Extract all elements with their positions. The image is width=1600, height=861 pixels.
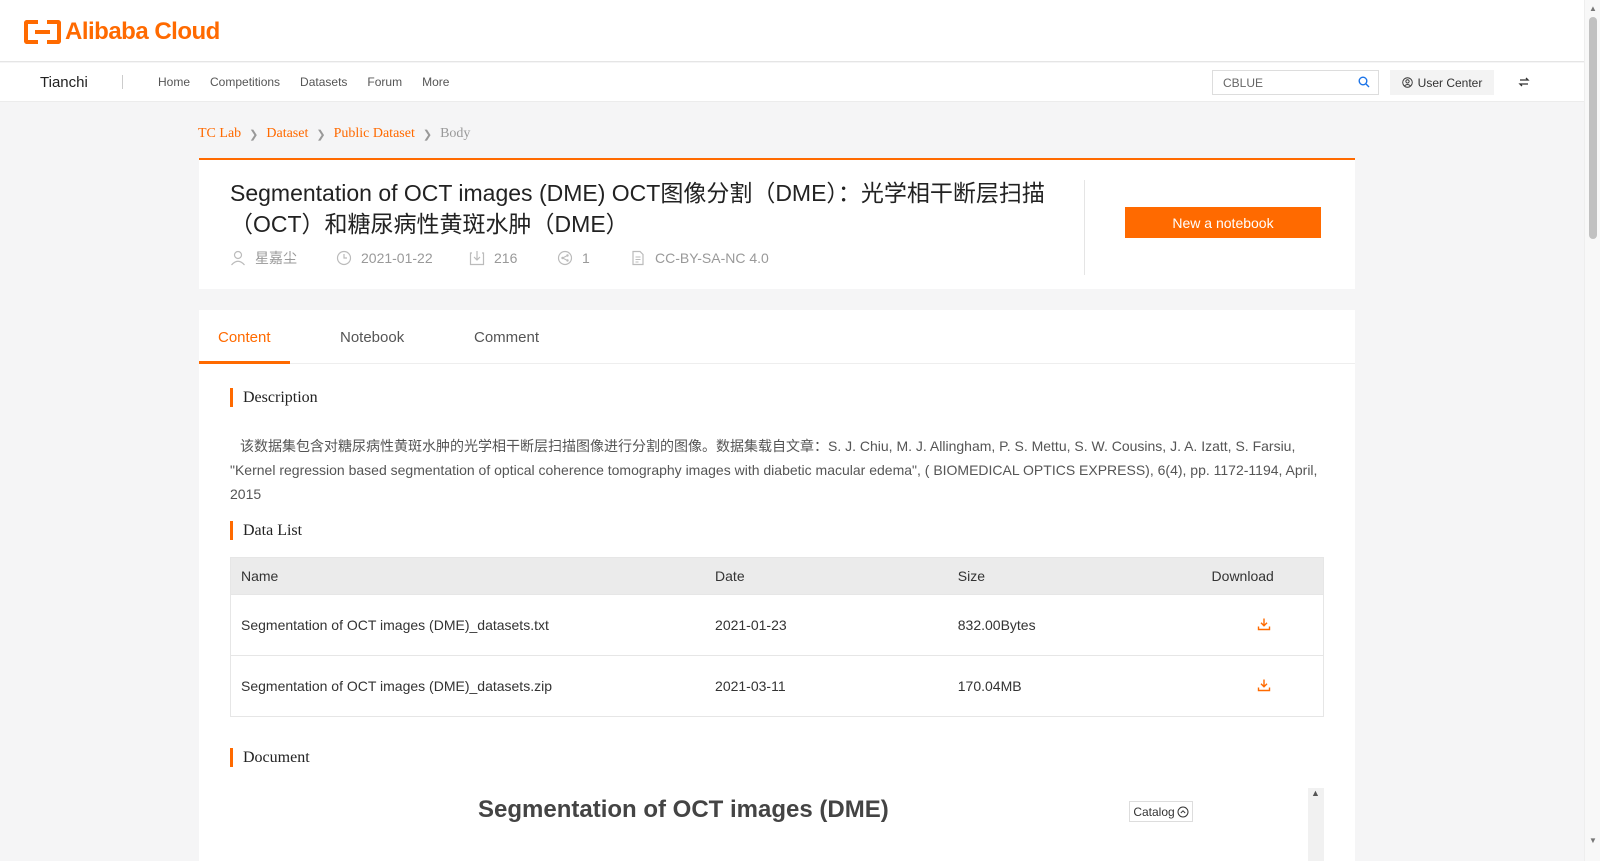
tab-bar: Content Notebook Comment — [199, 310, 1355, 364]
download-cell — [1182, 595, 1324, 656]
active-tab-indicator — [199, 361, 290, 364]
breadcrumb-public-dataset[interactable]: Public Dataset — [334, 126, 415, 142]
column-header-download: Download — [1211, 568, 1274, 584]
top-navbar: Tianchi Home Competitions Datasets Forum… — [0, 63, 1584, 102]
content-card: Content Notebook Comment Description 该数据… — [199, 310, 1355, 861]
meta-date: 2021-01-22 — [336, 250, 469, 266]
file-size: 170.04MB — [957, 678, 1022, 694]
nav-more[interactable]: More — [422, 75, 449, 89]
user-icon — [1401, 77, 1413, 88]
nav-links: Home Competitions Datasets Forum More — [158, 75, 469, 89]
breadcrumb-tc-lab[interactable]: TC Lab — [198, 126, 241, 142]
scroll-up-icon[interactable]: ▲ — [1589, 4, 1597, 13]
scroll-up-icon[interactable]: ▲ — [1311, 788, 1320, 798]
file-date: 2021-03-11 — [715, 678, 786, 694]
tab-notebook[interactable]: Notebook — [340, 329, 404, 346]
search-icon[interactable] — [1358, 76, 1370, 88]
chevron-right-icon: ❯ — [422, 128, 433, 141]
clock-icon — [336, 250, 352, 266]
user-icon — [231, 250, 245, 266]
download-count-icon — [469, 251, 485, 266]
column-header-name: Name — [241, 568, 279, 584]
breadcrumb: TC Lab ❯ Dataset ❯ Public Dataset ❯ Body — [198, 126, 470, 142]
file-name: Segmentation of OCT images (DME)_dataset… — [241, 678, 552, 694]
share-count: 1 — [582, 250, 590, 266]
alibaba-cloud-logo[interactable]: Alibaba Cloud — [24, 18, 220, 46]
search-box — [1212, 70, 1379, 95]
alibaba-logo-icon — [24, 20, 61, 44]
user-center-button[interactable]: User Center — [1390, 70, 1494, 95]
document-title: Segmentation of OCT images (DME) — [478, 796, 889, 823]
download-cell — [1182, 656, 1324, 717]
chevron-right-icon: ❯ — [316, 128, 326, 141]
nav-datasets[interactable]: Datasets — [300, 75, 347, 89]
table-header-row: Name Date Size Download — [230, 557, 1324, 595]
download-count: 216 — [494, 250, 518, 266]
file-date: 2021-01-23 — [715, 617, 787, 633]
brand-header: Alibaba Cloud — [0, 0, 1584, 62]
new-notebook-button[interactable]: New a notebook — [1125, 207, 1321, 238]
column-header-size: Size — [957, 568, 985, 584]
catalog-label: Catalog — [1133, 804, 1175, 819]
scrollbar-thumb[interactable] — [1589, 17, 1597, 239]
publish-date: 2021-01-22 — [361, 250, 433, 266]
download-icon[interactable] — [1257, 617, 1271, 631]
logo-text: Alibaba Cloud — [65, 18, 220, 45]
header-divider — [1084, 180, 1085, 275]
data-list-heading: Data List — [230, 521, 302, 540]
dataset-meta: 星嘉尘 2021-01-22 216 1 CC-BY-SA-NC 4.0 — [230, 248, 769, 268]
meta-author: 星嘉尘 — [230, 248, 336, 268]
tab-comment[interactable]: Comment — [474, 329, 539, 346]
nav-forum[interactable]: Forum — [367, 75, 402, 89]
breadcrumb-current: Body — [440, 126, 471, 141]
breadcrumb-dataset[interactable]: Dataset — [266, 126, 308, 142]
license-document-icon — [632, 250, 644, 266]
file-size: 832.00Bytes — [957, 617, 1036, 633]
nav-home[interactable]: Home — [158, 75, 190, 89]
meta-shares: 1 — [557, 250, 630, 266]
document-viewer: Segmentation of OCT images (DME) Catalog… — [230, 788, 1324, 861]
meta-license: CC-BY-SA-NC 4.0 — [630, 250, 769, 266]
page-title: Segmentation of OCT images (DME) OCT图像分割… — [230, 180, 1045, 237]
document-scrollbar[interactable]: ▲ — [1308, 788, 1324, 861]
document-heading: Document — [230, 748, 310, 767]
dataset-header-card: Segmentation of OCT images (DME) OCT图像分割… — [199, 158, 1355, 289]
tianchi-brand-link[interactable]: Tianchi — [40, 74, 88, 91]
description-text: 该数据集包含对糖尿病性黄斑水肿的光学相干断层扫描图像进行分割的图像。数据集载自文… — [230, 438, 1318, 502]
author-name[interactable]: 星嘉尘 — [255, 248, 297, 268]
table-row: Segmentation of OCT images (DME)_dataset… — [230, 655, 1324, 717]
table-row: Segmentation of OCT images (DME)_dataset… — [230, 594, 1324, 656]
tab-content[interactable]: Content — [218, 329, 271, 346]
chevron-up-circle-icon — [1177, 806, 1189, 817]
share-icon — [557, 250, 573, 266]
file-name: Segmentation of OCT images (DME)_dataset… — [241, 617, 549, 633]
meta-downloads: 216 — [469, 250, 557, 266]
nav-competitions[interactable]: Competitions — [210, 75, 280, 89]
column-header-date: Date — [715, 568, 745, 584]
chevron-right-icon: ❯ — [249, 128, 259, 141]
search-input[interactable] — [1213, 71, 1343, 94]
data-list-table: Name Date Size Download Segmentation of … — [230, 557, 1324, 717]
nav-divider — [122, 75, 123, 89]
license-text: CC-BY-SA-NC 4.0 — [655, 250, 769, 266]
user-center-label: User Center — [1417, 75, 1483, 90]
description-heading: Description — [230, 388, 318, 407]
download-icon[interactable] — [1257, 678, 1271, 692]
switch-icon[interactable] — [1518, 76, 1530, 88]
page-scrollbar[interactable]: ▲ ▼ — [1584, 0, 1600, 861]
catalog-button[interactable]: Catalog — [1129, 801, 1193, 822]
scroll-down-icon[interactable]: ▼ — [1589, 836, 1597, 845]
